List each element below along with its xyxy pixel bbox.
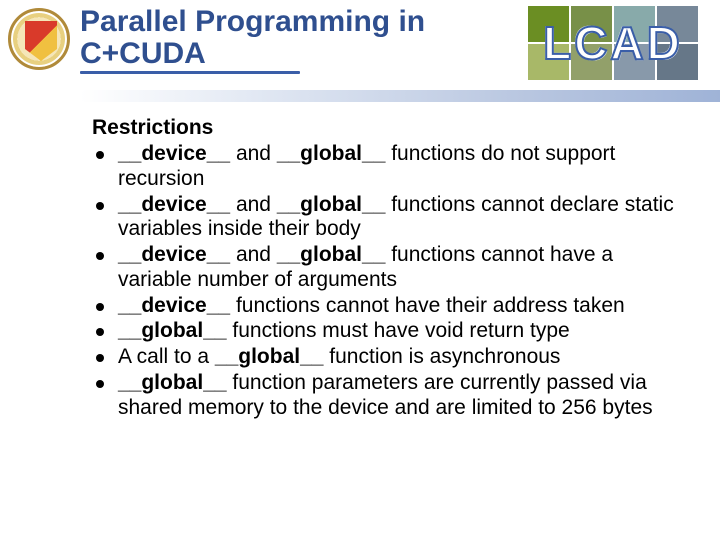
university-crest-icon (8, 8, 70, 70)
keyword: __global__ (118, 319, 227, 342)
bullet-item: __device__ and __global__ functions do n… (92, 142, 680, 192)
lcad-logo: LCAD (528, 6, 698, 80)
slide-title: Parallel Programming in C+CUDA (80, 6, 500, 74)
text-run: functions cannot have their address take… (230, 294, 625, 317)
divider-gradient (80, 90, 720, 102)
title-line-2: C+CUDA (80, 37, 206, 70)
lcad-text: LCAD (528, 6, 698, 80)
bullet-item: __device__ and __global__ functions cann… (92, 193, 680, 243)
slide: Parallel Programming in C+CUDA LCAD Rest… (0, 0, 720, 540)
keyword: __device__ (118, 243, 230, 266)
keyword: __device__ (118, 193, 230, 216)
keyword: __global__ (277, 243, 386, 266)
bullet-item: __device__ functions cannot have their a… (92, 294, 680, 319)
keyword: __global__ (277, 193, 386, 216)
keyword: __device__ (118, 142, 230, 165)
text-run: functions must have void return type (227, 319, 570, 342)
text-run: function is asynchronous (323, 345, 560, 368)
text-run: and (230, 193, 277, 216)
bullet-item: __global__ function parameters are curre… (92, 371, 680, 421)
bullet-item: A call to a __global__ function is async… (92, 345, 680, 370)
keyword: __device__ (118, 294, 230, 317)
text-run: and (230, 243, 277, 266)
bullet-item: __global__ functions must have void retu… (92, 319, 680, 344)
title-underline (80, 71, 300, 74)
section-title: Restrictions (92, 116, 680, 140)
bullet-list: __device__ and __global__ functions do n… (92, 142, 680, 420)
keyword: __global__ (118, 371, 227, 394)
title-line-1: Parallel Programming in (80, 5, 425, 38)
keyword: __global__ (277, 142, 386, 165)
slide-body: Restrictions __device__ and __global__ f… (0, 102, 720, 420)
bullet-item: __device__ and __global__ functions cann… (92, 243, 680, 293)
text-run: A call to a (118, 345, 215, 368)
text-run: and (230, 142, 277, 165)
keyword: __global__ (215, 345, 324, 368)
slide-header: Parallel Programming in C+CUDA LCAD (0, 0, 720, 90)
